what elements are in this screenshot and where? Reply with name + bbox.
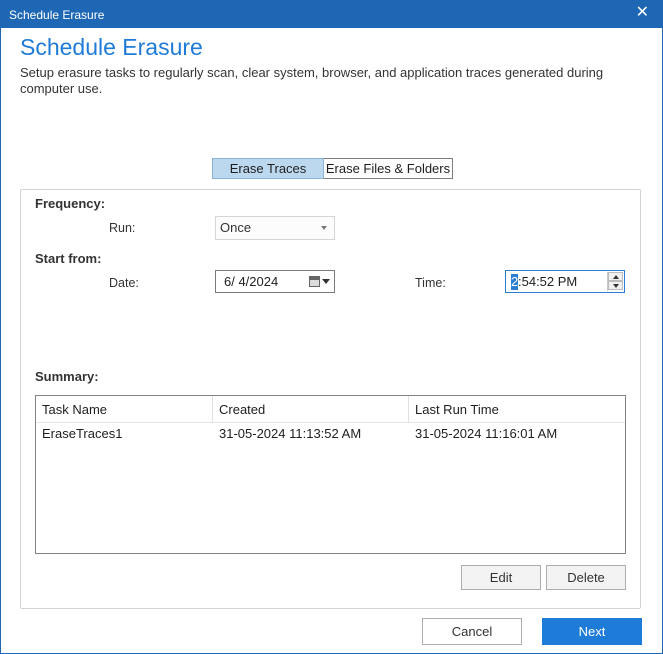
- time-picker[interactable]: 2 :54:52 PM: [505, 270, 625, 293]
- date-label: Date:: [109, 276, 139, 290]
- date-value: 6/ 4/2024: [224, 274, 279, 289]
- last-run-time-cell: 31-05-2024 11:16:01 AM: [415, 426, 558, 441]
- page-subtitle: Setup erasure tasks to regularly scan, c…: [20, 65, 604, 96]
- spin-up-icon[interactable]: [608, 272, 623, 281]
- next-button[interactable]: Next: [542, 618, 642, 645]
- time-hour-selection: 2: [511, 274, 519, 290]
- start-from-heading: Start from:: [35, 251, 102, 266]
- run-dropdown[interactable]: Once: [215, 216, 335, 240]
- table-header: Task Name Created Last Run Time: [36, 396, 625, 423]
- created-cell: 31-05-2024 11:13:52 AM: [219, 426, 362, 441]
- column-header-last-run-time[interactable]: Last Run Time: [409, 396, 625, 423]
- spin-down-icon[interactable]: [608, 281, 623, 290]
- chevron-down-icon: [321, 226, 327, 230]
- summary-table: Task Name Created Last Run Time EraseTra…: [35, 395, 626, 554]
- delete-button[interactable]: Delete: [546, 565, 626, 590]
- calendar-icon[interactable]: [309, 276, 320, 287]
- page-title: Schedule Erasure: [20, 34, 203, 60]
- window-title: Schedule Erasure: [9, 8, 105, 22]
- tab-bar: Erase Traces Erase Files & Folders: [212, 158, 453, 179]
- run-label: Run:: [109, 221, 136, 235]
- date-picker[interactable]: 6/ 4/2024: [215, 270, 335, 293]
- close-icon[interactable]: ✕: [636, 4, 649, 22]
- title-bar: Schedule Erasure ✕: [1, 1, 662, 28]
- tab-erase-files-folders[interactable]: Erase Files & Folders: [324, 158, 453, 179]
- column-header-created[interactable]: Created: [213, 396, 409, 423]
- frequency-heading: Frequency:: [35, 196, 106, 211]
- table-row[interactable]: EraseTraces1 31-05-2024 11:13:52 AM 31-0…: [36, 424, 625, 444]
- chevron-down-icon[interactable]: [322, 279, 330, 284]
- time-label: Time:: [415, 276, 446, 290]
- schedule-erasure-dialog: Schedule Erasure ✕ Schedule Erasure Setu…: [0, 0, 663, 654]
- time-spinner: [607, 272, 623, 291]
- tab-erase-traces[interactable]: Erase Traces: [212, 158, 324, 179]
- run-dropdown-value: Once: [220, 220, 252, 235]
- task-name-cell: EraseTraces1: [42, 426, 123, 441]
- cancel-button[interactable]: Cancel: [422, 618, 522, 645]
- time-value: :54:52 PM: [518, 274, 578, 289]
- column-header-task-name[interactable]: Task Name: [36, 396, 213, 423]
- summary-heading: Summary:: [35, 369, 99, 384]
- edit-button[interactable]: Edit: [461, 565, 541, 590]
